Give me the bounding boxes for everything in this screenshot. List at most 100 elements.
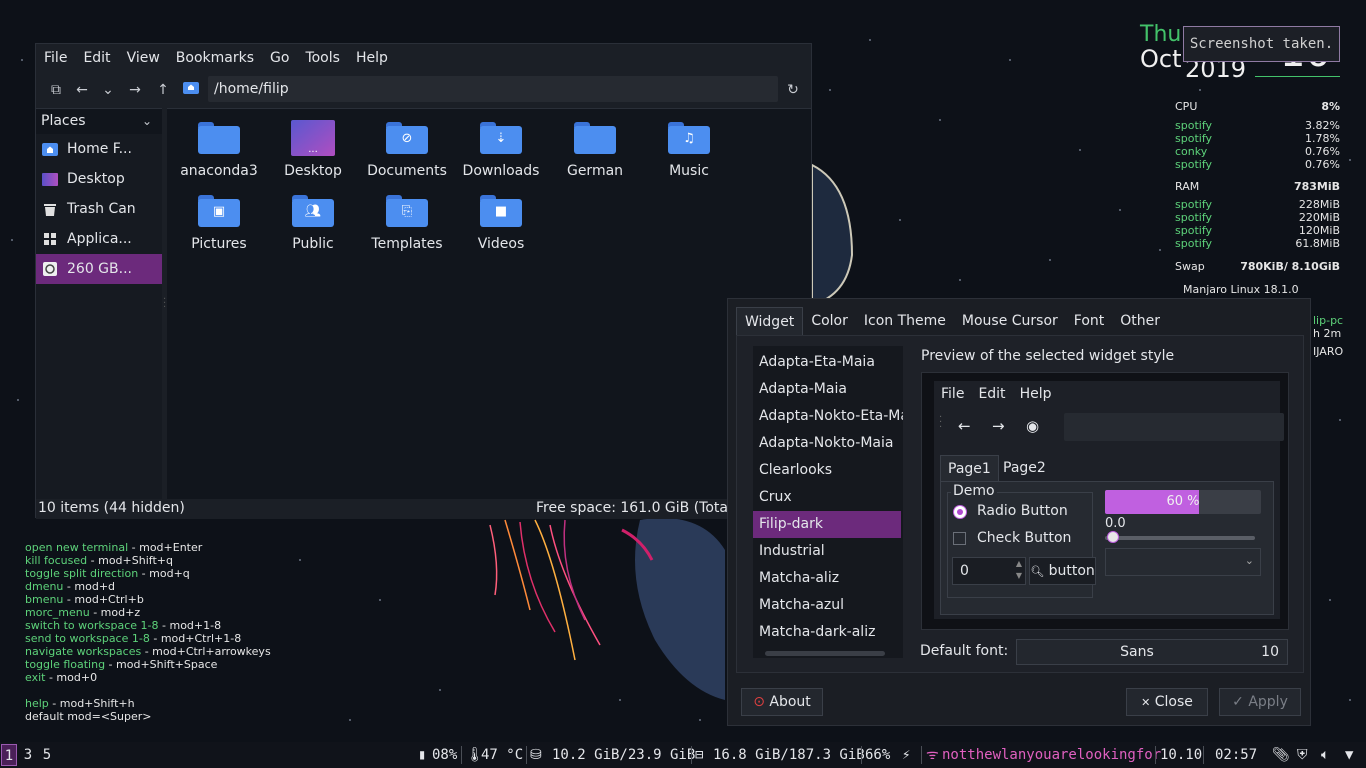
preview-menu-file[interactable]: File [934, 381, 971, 407]
combo-box[interactable]: ⌄ [1105, 548, 1261, 576]
workspace-5[interactable]: 5 [39, 744, 55, 766]
file-item-music[interactable]: ♫ Music [642, 118, 736, 188]
style-list-item[interactable]: Industrial [753, 538, 903, 565]
preview-menu-help[interactable]: Help [1013, 381, 1059, 407]
settings-tabs: Widget Color Icon Theme Mouse Cursor Fon… [736, 307, 1168, 335]
preview-line-edit[interactable] [1064, 413, 1284, 441]
style-list-item[interactable]: Adapta-Nokto-Maia [753, 430, 903, 457]
tab-font[interactable]: Font [1066, 307, 1112, 335]
keybinding-row: kill focused - mod+Shift+q [25, 554, 173, 567]
status-bar: 10 items (44 hidden) Free space: 161.0 G… [36, 499, 811, 519]
workspace-1[interactable]: 1 [1, 744, 17, 766]
separator [691, 746, 692, 764]
place-applications[interactable]: Applica... [36, 224, 162, 254]
file-item-documents[interactable]: ⊘ Documents [360, 118, 454, 188]
file-item-templates[interactable]: ⎘ Templates [360, 191, 454, 261]
font-name: Sans [1120, 644, 1154, 660]
history-chevron-icon[interactable]: ⌄ [98, 80, 118, 100]
record-icon[interactable]: ◉ [1026, 417, 1039, 435]
proc-name: spotify [1175, 119, 1213, 132]
file-item-german[interactable]: German [548, 118, 642, 188]
style-list-item[interactable]: Adapta-Eta-Maia [753, 349, 903, 376]
menu-go[interactable]: Go [262, 50, 297, 66]
forward-icon[interactable]: → [125, 80, 145, 100]
preview-tab-page1[interactable]: Page1 [940, 455, 999, 482]
menu-tools[interactable]: Tools [297, 50, 348, 66]
home-icon[interactable] [181, 80, 201, 100]
menu-edit[interactable]: Edit [75, 50, 118, 66]
tab-other[interactable]: Other [1112, 307, 1168, 335]
tab-mouse-cursor[interactable]: Mouse Cursor [954, 307, 1066, 335]
forward-icon[interactable]: → [992, 417, 1005, 435]
slider-handle[interactable] [1107, 531, 1119, 543]
file-item-videos[interactable]: ■ Videos [454, 191, 548, 261]
up-icon[interactable]: ↑ [153, 80, 173, 100]
tab-color[interactable]: Color [803, 307, 856, 335]
tab-widget[interactable]: Widget [736, 307, 804, 335]
preview-button[interactable]: 🔍︎ button [1029, 557, 1096, 585]
menu-help[interactable]: Help [348, 50, 396, 66]
file-label: Pictures [191, 236, 247, 252]
search-icon: 🔍︎ [1030, 565, 1045, 578]
slider-track[interactable] [1105, 531, 1255, 543]
style-list-item[interactable]: Adapta-Nokto-Eta-Maia [753, 403, 903, 430]
close-button[interactable]: ✕ Close [1126, 688, 1208, 716]
style-list-item[interactable]: Matcha-aliz [753, 565, 903, 592]
paperclip-icon[interactable]: 📎︎ [1272, 742, 1290, 768]
place-desktop[interactable]: Desktop [36, 164, 162, 194]
style-list[interactable]: Adapta-Eta-Maia Adapta-Maia Adapta-Nokto… [753, 346, 903, 658]
spin-arrows-icon[interactable]: ▲ ▼ [1016, 558, 1022, 582]
address-bar[interactable]: /home/filip [208, 76, 778, 102]
network-tray-icon[interactable]: ▼ [1345, 742, 1353, 768]
proc-name: spotify [1175, 158, 1213, 171]
about-button[interactable]: ⊙ About [741, 688, 823, 716]
place-home[interactable]: Home F... [36, 134, 162, 164]
swap-value: 780KiB/ 8.10GiB [1240, 260, 1340, 273]
style-list-item[interactable]: Matcha-azul [753, 592, 903, 619]
back-icon[interactable]: ← [72, 80, 92, 100]
style-list-item-selected[interactable]: Filip-dark [753, 511, 901, 538]
splitter-grip-icon: · · · [163, 294, 167, 313]
default-font-button[interactable]: Sans 10 [1016, 639, 1288, 665]
file-item-public[interactable]: 👥︎ Public [266, 191, 360, 261]
file-item-desktop[interactable]: ... Desktop [266, 118, 360, 188]
preview-menubar: File Edit Help [934, 381, 1280, 407]
menu-bookmarks[interactable]: Bookmarks [168, 50, 262, 66]
style-list-item[interactable]: Adapta-Maia [753, 376, 903, 403]
radio-button-label: Radio Button [977, 503, 1068, 519]
shield-icon[interactable]: ⛨ [1297, 742, 1308, 768]
menu-view[interactable]: View [119, 50, 168, 66]
file-item-downloads[interactable]: ⇣ Downloads [454, 118, 548, 188]
menu-file[interactable]: File [36, 50, 75, 66]
power-icon: ⚡ [902, 747, 911, 763]
apply-button[interactable]: ✓ Apply [1219, 688, 1301, 716]
workspace-3[interactable]: 3 [20, 744, 36, 766]
radio-button[interactable] [953, 505, 967, 519]
ram-value: 783MiB [1293, 180, 1340, 193]
place-label: 260 GB... [67, 261, 132, 277]
preview-tab-page2[interactable]: Page2 [996, 455, 1053, 481]
file-item-pictures[interactable]: ▣ Pictures [172, 191, 266, 261]
memory-icon: ⛁ [530, 747, 542, 763]
reload-icon[interactable]: ↻ [783, 80, 803, 100]
back-icon[interactable]: ← [958, 417, 971, 435]
place-label: Applica... [67, 231, 132, 247]
file-label: Downloads [462, 163, 540, 179]
style-list-item[interactable]: Matcha-dark-aliz [753, 619, 903, 646]
proc-name: spotify [1175, 211, 1213, 224]
tab-icon-theme[interactable]: Icon Theme [856, 307, 954, 335]
style-list-item[interactable]: Clearlooks [753, 457, 903, 484]
preview-menu-edit[interactable]: Edit [971, 381, 1012, 407]
volume-icon[interactable]: 🔈︎ [1321, 742, 1329, 768]
places-chevron-icon[interactable]: ⌄ [142, 108, 152, 134]
style-list-hscrollbar[interactable] [765, 651, 885, 656]
check-button[interactable] [953, 532, 966, 545]
screenshot-notification[interactable]: Screenshot taken. [1183, 26, 1340, 62]
place-drive[interactable]: 260 GB... [36, 254, 162, 284]
new-window-icon[interactable]: ⧉ [46, 80, 66, 100]
style-list-item[interactable]: Crux [753, 484, 903, 511]
file-item-anaconda3[interactable]: anaconda3 [172, 118, 266, 188]
spin-box[interactable]: 0 ▲ ▼ [952, 557, 1026, 585]
place-trash[interactable]: Trash Can [36, 194, 162, 224]
toolbar-grip-icon: · · · [939, 412, 943, 433]
